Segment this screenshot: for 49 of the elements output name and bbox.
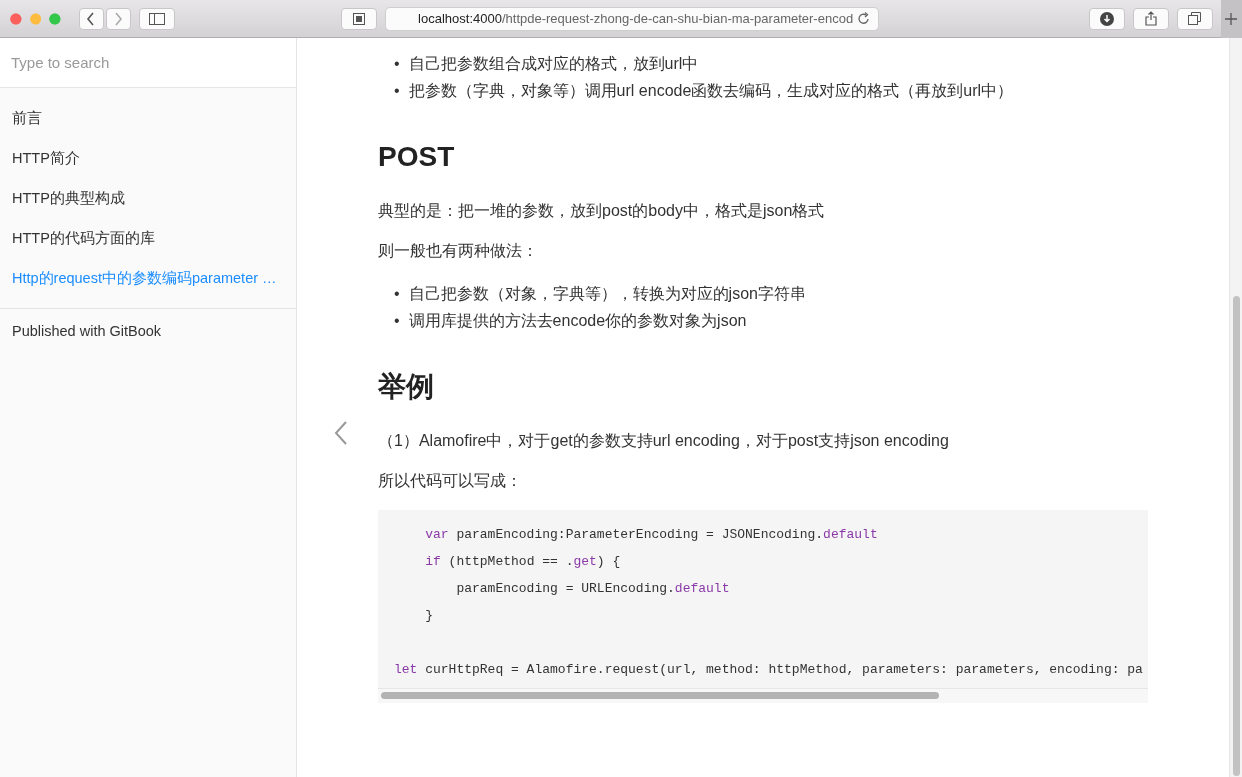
section-heading: POST [378, 140, 456, 174]
code-line: var paramEncoding:ParameterEncoding = JSONEncoding.default [424, 526, 879, 544]
back-button[interactable] [78, 7, 104, 30]
search-field[interactable]: Type to search [0, 38, 296, 88]
paragraph: 则一般也有两种做法： [378, 241, 539, 261]
paragraph: （1）Alamofire中，对于get的参数支持url encoding，对于post支持json encoding [378, 431, 950, 451]
scrollbar-thumb[interactable] [1233, 296, 1240, 776]
bullet-marker: • [394, 80, 400, 101]
sidebar-icon [148, 12, 165, 25]
address-bar[interactable]: localhost:4000/httpde-request-zhong-de-can-shu-bian-ma-parameter-encod [385, 6, 879, 31]
previous-page-icon[interactable] [334, 420, 348, 446]
tabs-icon [1188, 12, 1202, 25]
chevron-left-icon [86, 11, 97, 26]
code-line: if (httpMethod == .get) { [424, 553, 622, 571]
plus-icon [1225, 12, 1238, 25]
downloads-button[interactable] [1088, 7, 1125, 30]
section-heading: 举例 [378, 370, 435, 404]
bullet-item: 自己把参数组合成对应的格式，放到url中 [408, 53, 699, 74]
share-button[interactable] [1132, 7, 1169, 30]
chapter-link[interactable]: 前言 [0, 98, 296, 138]
url-host: localhost:4000 [418, 11, 502, 26]
maximize-window-icon[interactable] [49, 12, 61, 25]
bullet-marker: • [394, 53, 400, 74]
square-icon [353, 12, 366, 25]
chevron-right-icon [113, 11, 124, 26]
bullet-item: 调用库提供的方法去encode你的参数对象为json [408, 310, 747, 331]
code-line: paramEncoding = URLEncoding.default [455, 580, 731, 598]
reload-icon[interactable] [856, 12, 870, 25]
chapter-link[interactable]: HTTP的代码方面的库 [0, 218, 296, 258]
reader-view-button[interactable] [341, 7, 378, 30]
url-path: /httpde-request-zhong-de-can-shu-bian-ma-parameter-encod [501, 11, 854, 26]
bullet-item: 把参数（字典，对象等）调用url encode函数去编码，生成对应的格式（再放到url中） [408, 80, 1014, 101]
share-icon [1144, 11, 1157, 26]
chapter-link[interactable]: HTTP简介 [0, 138, 296, 178]
scrollbar-thumb[interactable] [381, 692, 939, 699]
download-icon [1099, 11, 1114, 26]
bullet-marker: • [394, 310, 400, 331]
sidebar-toggle-button[interactable] [138, 7, 175, 30]
bullet-item: 自己把参数（对象，字典等），转换为对应的json字符串 [408, 283, 806, 304]
new-tab-button[interactable] [1220, 0, 1242, 38]
paragraph: 所以代码可以写成： [378, 471, 523, 491]
paragraph: 典型的是：把一堆的参数，放到post的body中，格式是json格式 [378, 201, 826, 221]
tabs-button[interactable] [1176, 7, 1213, 30]
code-line: } [424, 607, 434, 625]
bullet-marker: • [394, 283, 400, 304]
close-window-icon[interactable] [10, 12, 22, 25]
chapter-link[interactable]: HTTP的典型构成 [0, 178, 296, 218]
published-with-gitbook-link[interactable]: Published with GitBook [0, 309, 296, 353]
code-line: let curHttpReq = Alamofire.request(url, method: httpMethod, parameters: parameters, encoding: pa [394, 661, 1144, 679]
